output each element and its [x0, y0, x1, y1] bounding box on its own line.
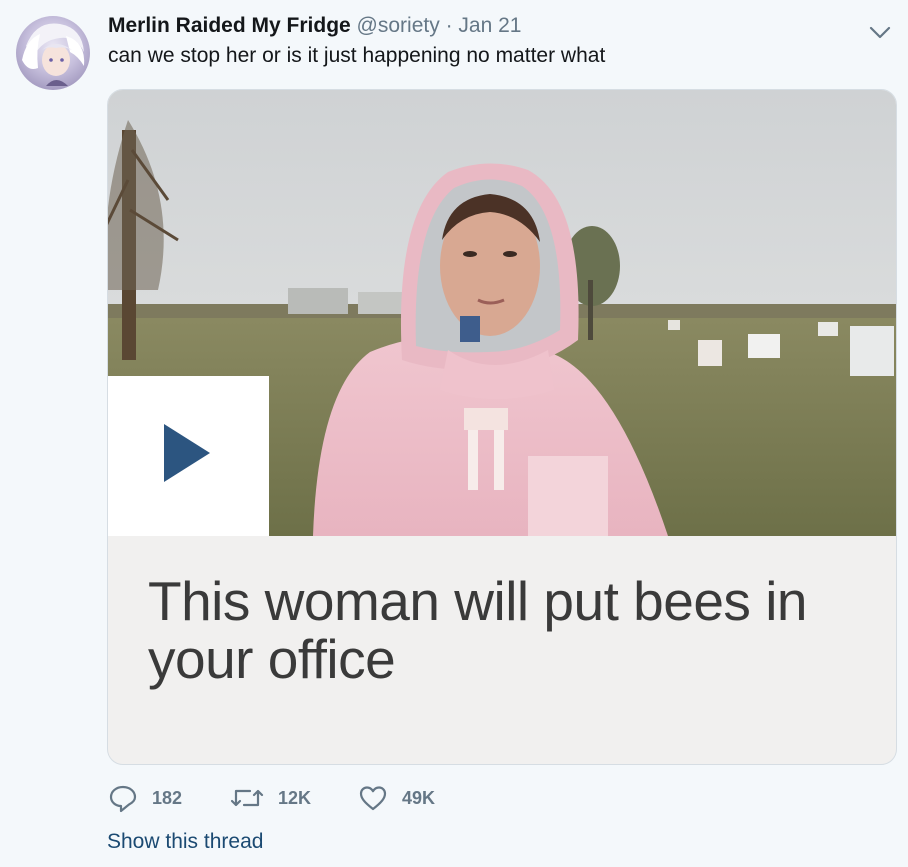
- reply-icon: [109, 785, 137, 813]
- separator-dot: ·: [445, 14, 453, 37]
- author-handle[interactable]: @soriety: [357, 14, 440, 37]
- chevron-down-icon[interactable]: [866, 18, 894, 46]
- link-card[interactable]: This woman will put bees in your office: [107, 89, 897, 765]
- video-thumbnail[interactable]: [108, 90, 896, 536]
- show-thread-link[interactable]: Show this thread: [107, 830, 263, 854]
- reply-count: 182: [152, 787, 183, 808]
- author-name[interactable]: Merlin Raided My Fridge: [108, 14, 351, 37]
- retweet-count: 12K: [278, 787, 312, 808]
- avatar[interactable]: [16, 16, 90, 90]
- reply-button[interactable]: 182: [108, 783, 182, 813]
- retweet-icon: [230, 789, 264, 807]
- tweet-header: Merlin Raided My Fridge @soriety · Jan 2…: [108, 14, 521, 38]
- like-count: 49K: [402, 787, 436, 808]
- card-title: This woman will put bees in your office: [148, 570, 808, 690]
- play-button[interactable]: [108, 376, 269, 536]
- heart-icon: [359, 786, 387, 811]
- tweet-date[interactable]: Jan 21: [458, 14, 521, 37]
- retweet-button[interactable]: 12K: [230, 783, 311, 813]
- tweet-text: can we stop her or is it just happening …: [108, 44, 606, 67]
- like-button[interactable]: 49K: [358, 783, 435, 813]
- play-icon: [164, 424, 210, 482]
